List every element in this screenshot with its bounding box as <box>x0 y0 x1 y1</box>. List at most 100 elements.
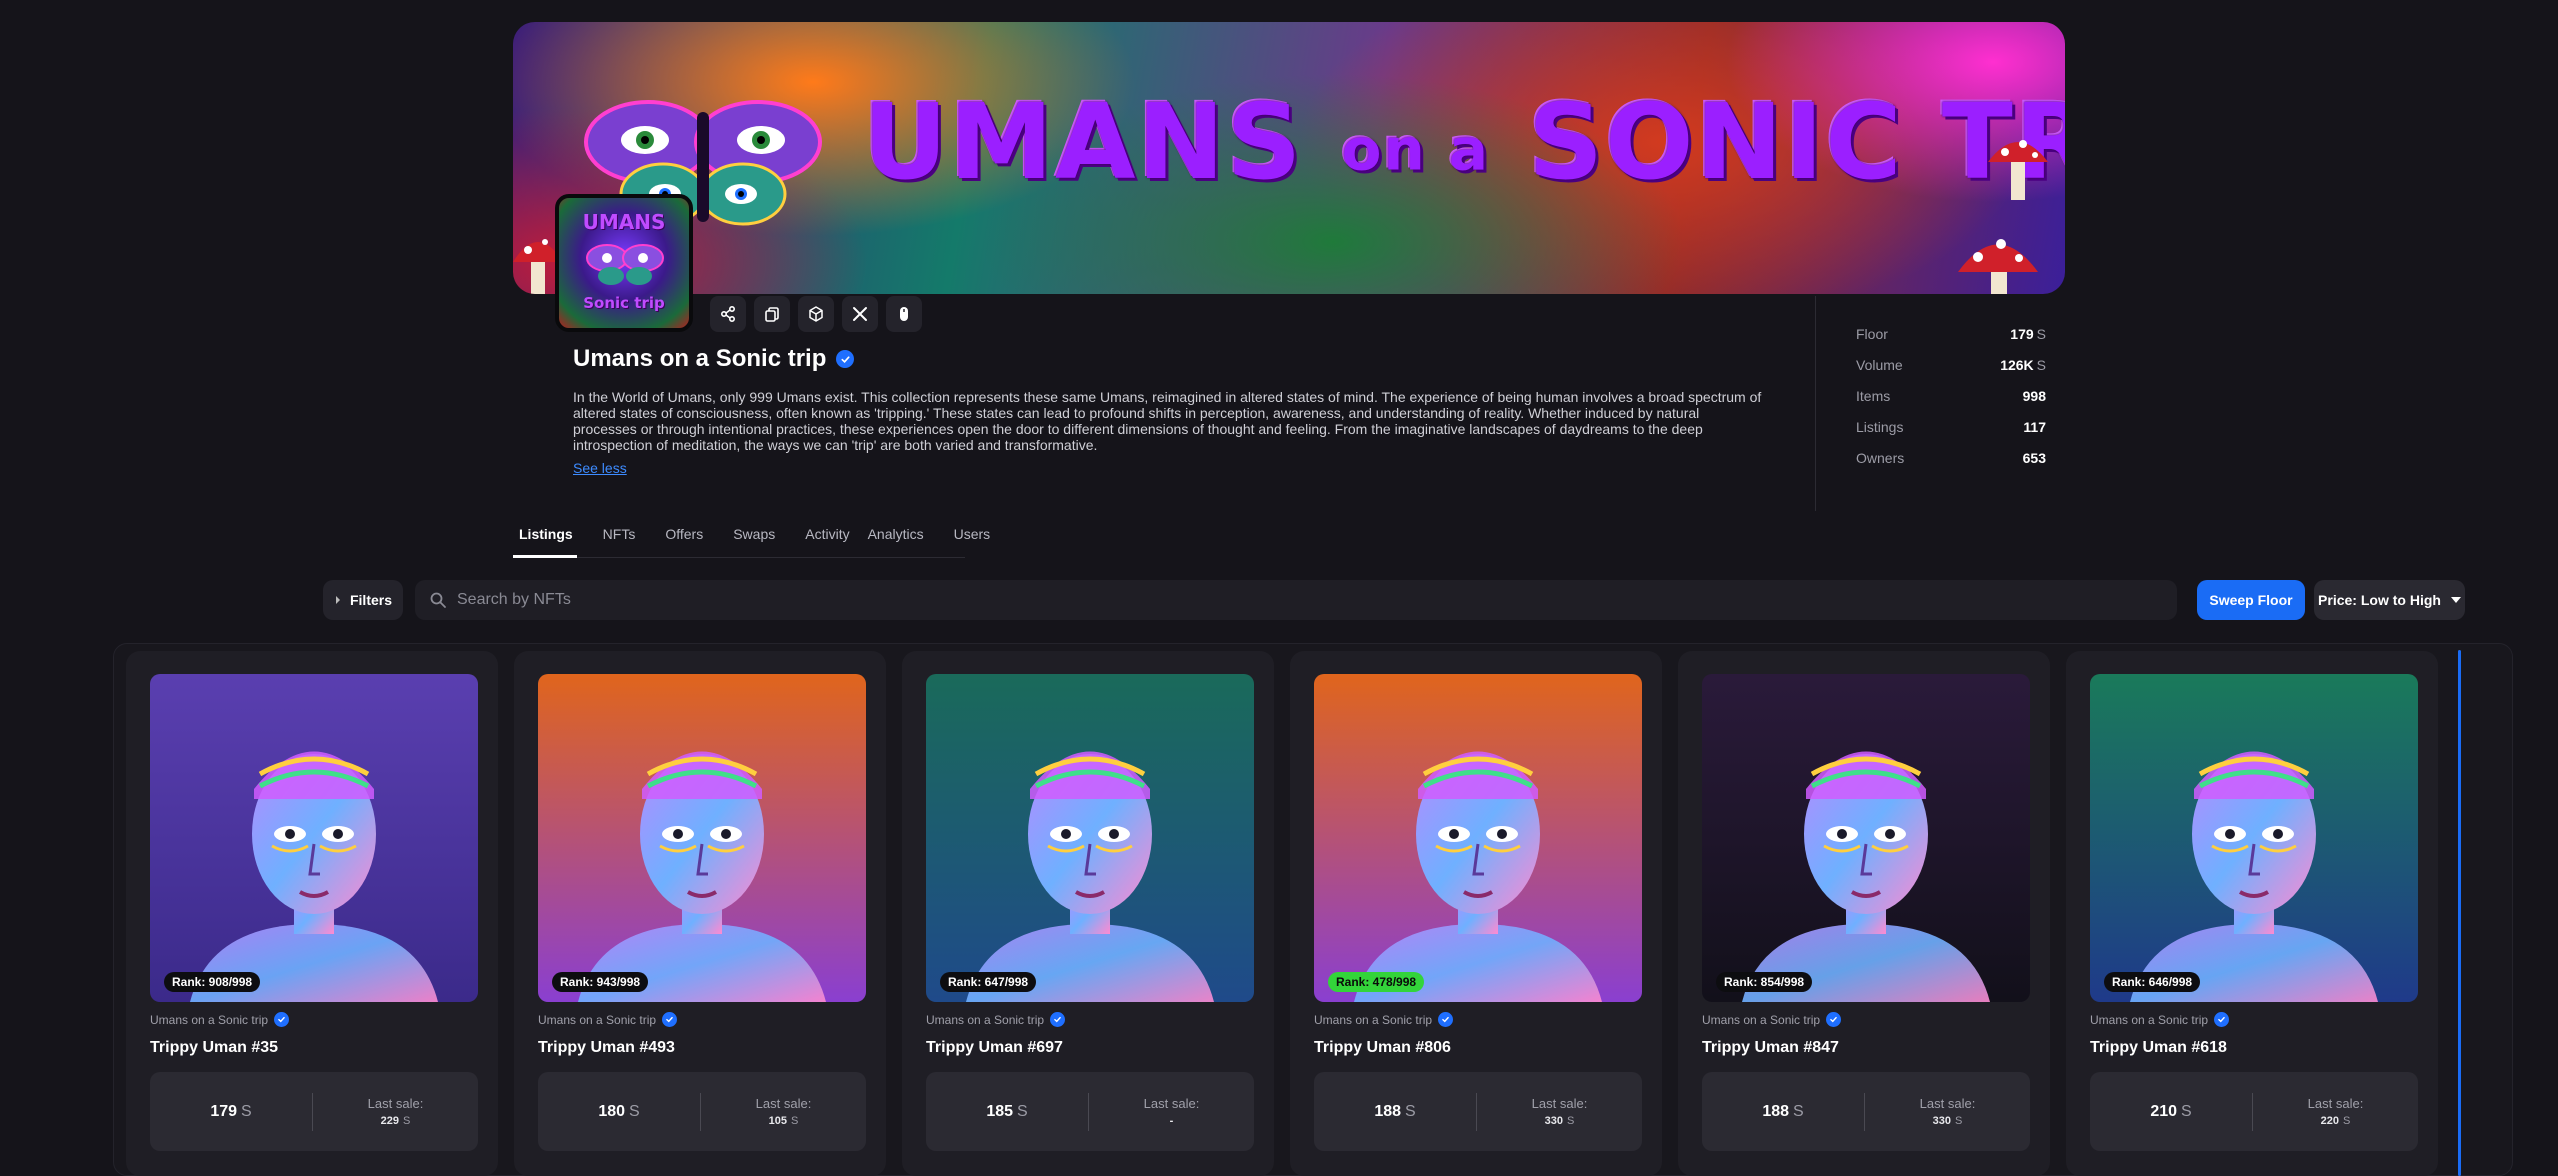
tab-users[interactable]: Users <box>948 524 997 554</box>
nft-card[interactable]: Rank: 854/998 Umans on a Sonic trip Trip… <box>1678 651 2050 1176</box>
banner-title-on-a: on a <box>1341 115 1491 184</box>
sweep-floor-button[interactable]: Sweep Floor <box>2197 580 2305 620</box>
filters-button[interactable]: Filters <box>323 580 403 620</box>
nft-artwork[interactable]: Rank: 646/998 <box>2090 674 2418 1002</box>
uman-portrait-icon <box>190 751 438 1002</box>
price-box[interactable]: 179 S Last sale: 229 S <box>150 1072 478 1151</box>
verified-badge-icon <box>274 1012 290 1027</box>
price-box[interactable]: 188 S Last sale: 330 S <box>1702 1072 2030 1151</box>
card-collection: Umans on a Sonic trip <box>150 1012 290 1027</box>
uman-portrait-icon <box>966 751 1214 1002</box>
search-bar[interactable] <box>415 580 2177 620</box>
cube-icon[interactable] <box>798 296 834 332</box>
price-box[interactable]: 188 S Last sale: 330 S <box>1314 1072 1642 1151</box>
collection-avatar: UMANS Sonic trip <box>555 194 693 332</box>
nft-name[interactable]: Trippy Uman #697 <box>926 1039 1063 1057</box>
uman-portrait-icon <box>1742 751 1990 1002</box>
mouse-icon[interactable] <box>886 296 922 332</box>
last-sale-label: Last sale: <box>1531 1096 1588 1111</box>
nft-card[interactable]: Rank: 908/998 Umans on a Sonic trip Trip… <box>126 651 498 1176</box>
verified-badge-icon <box>1826 1012 1842 1027</box>
price-box[interactable]: 180 S Last sale: 105 S <box>538 1072 866 1151</box>
nft-name[interactable]: Trippy Uman #847 <box>1702 1039 1839 1057</box>
collection-banner: UMANS on a SONIC TRIP <box>513 22 2065 294</box>
stat-items: Items 998 <box>1856 387 2046 404</box>
verified-badge-icon <box>1050 1012 1066 1027</box>
nft-name[interactable]: Trippy Uman #493 <box>538 1039 675 1057</box>
last-sale: Last sale: 229 S <box>313 1096 478 1127</box>
nft-card[interactable]: Rank: 646/998 Umans on a Sonic trip Trip… <box>2066 651 2438 1176</box>
rank-badge: Rank: 647/998 <box>940 972 1037 992</box>
nft-artwork[interactable]: Rank: 478/998 <box>1314 674 1642 1002</box>
collection-description: In the World of Umans, only 999 Umans ex… <box>573 389 1762 453</box>
chevron-right-icon <box>335 596 340 604</box>
last-sale-label: Last sale: <box>1919 1096 1976 1111</box>
price-box[interactable]: 210 S Last sale: 220 S <box>2090 1072 2418 1151</box>
card-collection: Umans on a Sonic trip <box>2090 1012 2230 1027</box>
last-sale: Last sale: - <box>1089 1096 1254 1127</box>
card-collection-name: Umans on a Sonic trip <box>926 1012 1045 1027</box>
avatar-title: UMANS <box>582 210 666 234</box>
collection-name: Umans on a Sonic trip <box>573 345 827 372</box>
last-sale-value: 330 S <box>1932 1115 1963 1127</box>
tab-offers[interactable]: Offers <box>659 524 709 554</box>
banner-title-umans: UMANS <box>863 81 1304 203</box>
uman-portrait-icon <box>2130 751 2378 1002</box>
nft-artwork[interactable]: Rank: 647/998 <box>926 674 1254 1002</box>
search-input[interactable] <box>457 591 2137 609</box>
last-sale: Last sale: 220 S <box>2253 1096 2418 1127</box>
nft-name[interactable]: Trippy Uman #806 <box>1314 1039 1451 1057</box>
see-less-link[interactable]: See less <box>573 460 627 476</box>
last-sale: Last sale: 330 S <box>1865 1096 2030 1127</box>
mushroom-icon <box>1958 239 2038 294</box>
last-sale-label: Last sale: <box>2307 1096 2364 1111</box>
sort-dropdown[interactable]: Price: Low to High <box>2314 580 2465 620</box>
active-tab-indicator <box>513 555 577 558</box>
listing-price: 180 S <box>598 1102 640 1120</box>
nft-artwork[interactable]: Rank: 943/998 <box>538 674 866 1002</box>
card-collection-name: Umans on a Sonic trip <box>2090 1012 2209 1027</box>
stats-divider <box>1815 296 1816 511</box>
copy-icon[interactable] <box>754 296 790 332</box>
nft-artwork[interactable]: Rank: 908/998 <box>150 674 478 1002</box>
last-sale: Last sale: 105 S <box>701 1096 866 1127</box>
nft-name[interactable]: Trippy Uman #618 <box>2090 1039 2227 1057</box>
listing-price: 210 S <box>2150 1102 2192 1120</box>
tab-swaps[interactable]: Swaps <box>727 524 781 554</box>
tab-analytics[interactable]: Analytics <box>862 524 930 554</box>
listing-price: 179 S <box>210 1102 252 1120</box>
tab-nfts[interactable]: NFTs <box>597 524 642 554</box>
price-box[interactable]: 185 S Last sale: - <box>926 1072 1254 1151</box>
rank-badge: Rank: 908/998 <box>164 972 261 992</box>
last-sale-value: - <box>1169 1115 1174 1127</box>
verified-badge-icon <box>836 350 855 368</box>
nft-card[interactable]: Rank: 478/998 Umans on a Sonic trip Trip… <box>1290 651 1662 1176</box>
scrollbar[interactable] <box>2458 650 2461 1176</box>
tab-activity[interactable]: Activity <box>799 524 855 554</box>
verified-badge-icon <box>1438 1012 1454 1027</box>
last-sale-value: 220 S <box>2320 1115 2351 1127</box>
caret-down-icon <box>2450 597 2461 603</box>
uman-portrait-icon <box>578 751 826 1002</box>
last-sale-label: Last sale: <box>367 1096 424 1111</box>
stat-floor: Floor 179 S <box>1856 325 2046 342</box>
share-icon[interactable] <box>710 296 746 332</box>
mushroom-icon <box>1988 140 2048 200</box>
nft-card[interactable]: Rank: 647/998 Umans on a Sonic trip Trip… <box>902 651 1274 1176</box>
card-collection-name: Umans on a Sonic trip <box>1702 1012 1821 1027</box>
rank-badge: Rank: 646/998 <box>2104 972 2201 992</box>
card-collection: Umans on a Sonic trip <box>1702 1012 1842 1027</box>
last-sale-value: 330 S <box>1544 1115 1575 1127</box>
search-icon <box>430 592 446 608</box>
card-collection: Umans on a Sonic trip <box>538 1012 678 1027</box>
nft-card[interactable]: Rank: 943/998 Umans on a Sonic trip Trip… <box>514 651 886 1176</box>
verified-badge-icon <box>662 1012 678 1027</box>
tab-listings[interactable]: Listings <box>513 524 579 554</box>
verified-badge-icon <box>2214 1012 2230 1027</box>
rank-badge: Rank: 854/998 <box>1716 972 1813 992</box>
nft-name[interactable]: Trippy Uman #35 <box>150 1039 278 1057</box>
nft-artwork[interactable]: Rank: 854/998 <box>1702 674 2030 1002</box>
x-icon[interactable] <box>842 296 878 332</box>
stat-owners: Owners 653 <box>1856 449 2046 466</box>
last-sale: Last sale: 330 S <box>1477 1096 1642 1127</box>
